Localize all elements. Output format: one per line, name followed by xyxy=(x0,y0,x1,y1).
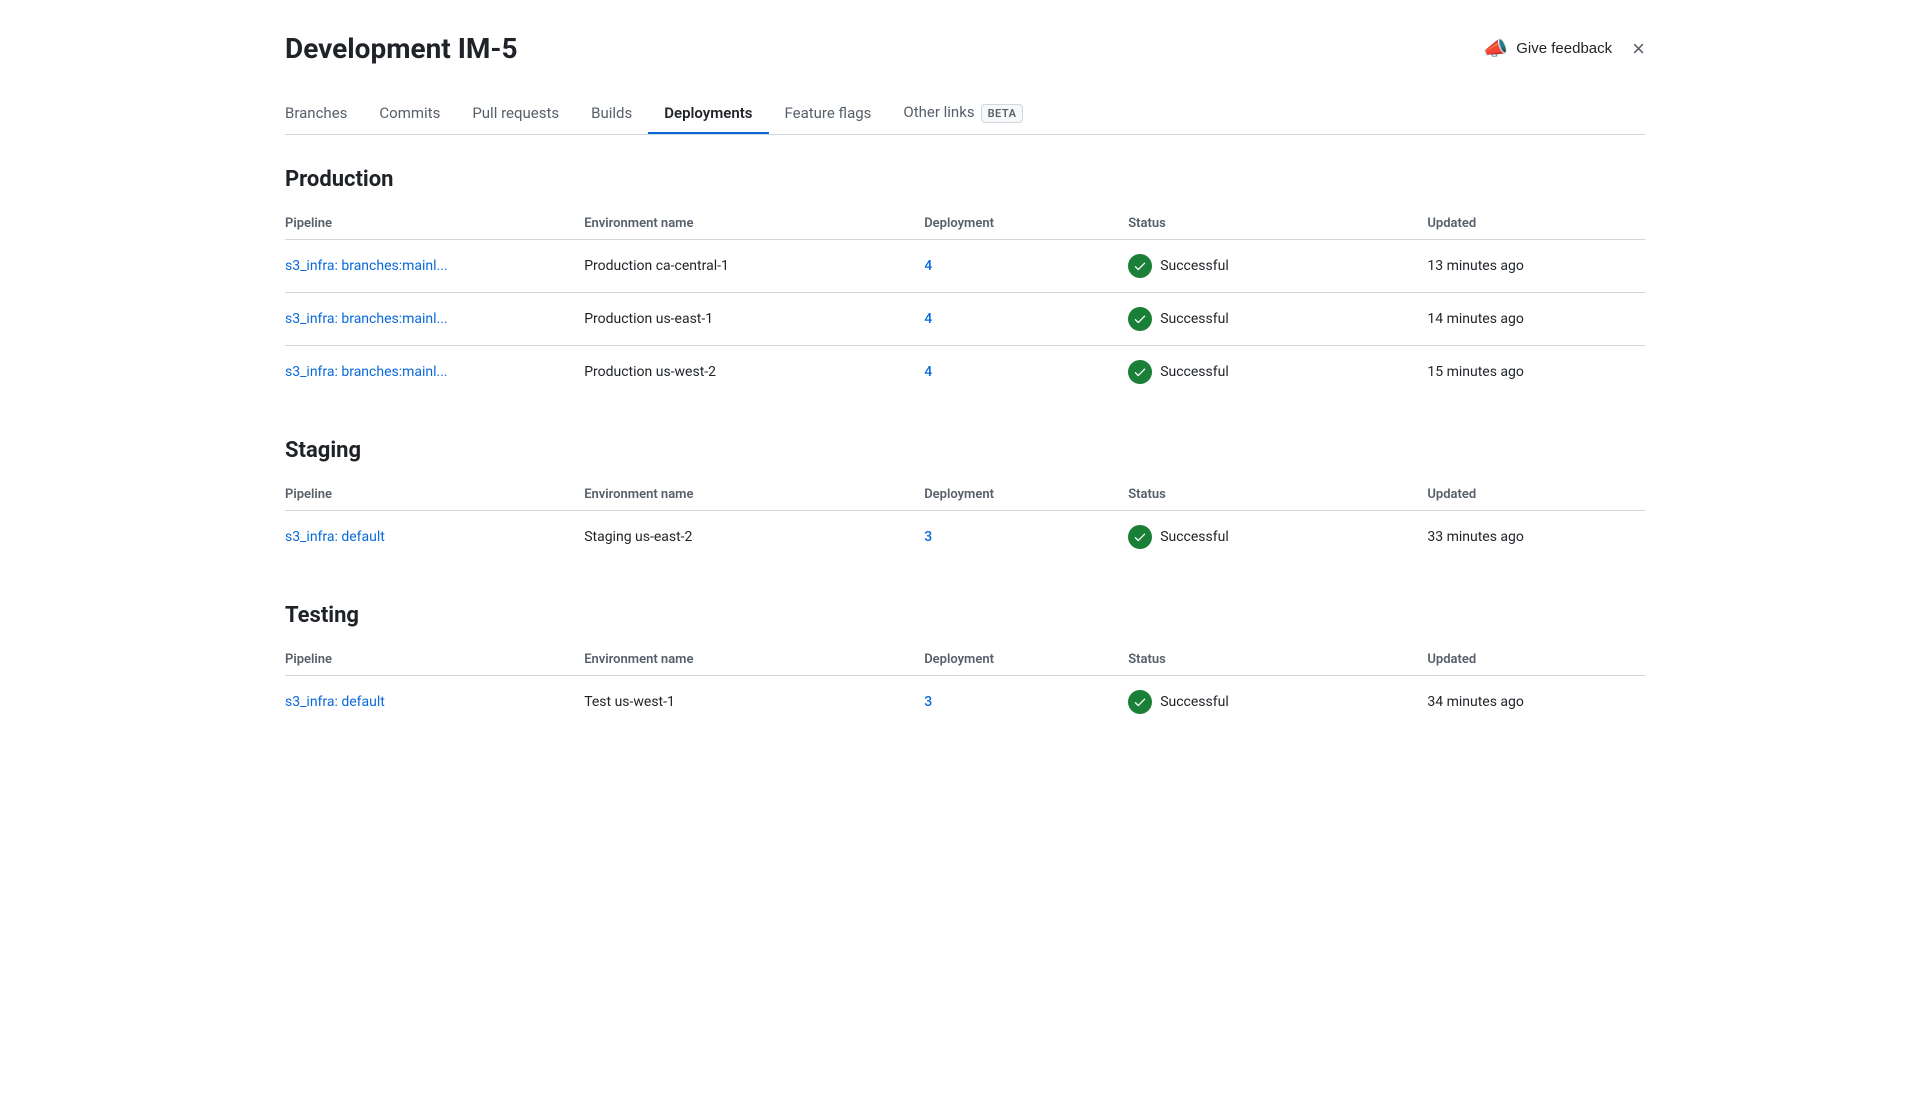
beta-badge: BETA xyxy=(981,104,1024,123)
tab-other-links[interactable]: Other links BETA xyxy=(887,93,1039,135)
pipeline-link[interactable]: s3_infra: branches:mainl... xyxy=(285,364,448,380)
tab-deployments[interactable]: Deployments xyxy=(648,94,768,134)
production-col-status: Status xyxy=(1128,208,1427,240)
tab-other-links-label: Other links xyxy=(903,103,974,121)
checkmark-icon xyxy=(1133,312,1147,326)
page-title: Development IM-5 xyxy=(285,32,518,65)
updated-time: 14 minutes ago xyxy=(1427,292,1645,345)
status-cell: Successful xyxy=(1128,690,1415,714)
status-cell: Successful xyxy=(1128,307,1415,331)
production-col-deployment: Deployment xyxy=(924,208,1128,240)
success-icon xyxy=(1128,254,1152,278)
staging-section-title: Staging xyxy=(285,438,1645,463)
testing-table-header-row: Pipeline Environment name Deployment Sta… xyxy=(285,644,1645,676)
deployment-link[interactable]: 3 xyxy=(924,529,932,545)
production-col-environment: Environment name xyxy=(584,208,924,240)
tab-feature-flags[interactable]: Feature flags xyxy=(769,94,888,134)
production-section: Production Pipeline Environment name Dep… xyxy=(285,167,1645,398)
success-icon xyxy=(1128,307,1152,331)
production-col-updated: Updated xyxy=(1427,208,1645,240)
page-header: Development IM-5 📣 Give feedback × xyxy=(285,32,1645,65)
testing-col-environment: Environment name xyxy=(584,644,924,676)
status-label: Successful xyxy=(1160,694,1229,710)
status-cell: Successful xyxy=(1128,525,1415,549)
staging-table: Pipeline Environment name Deployment Sta… xyxy=(285,479,1645,563)
nav-tabs: Branches Commits Pull requests Builds De… xyxy=(285,93,1645,135)
table-row: s3_infra: branches:mainl... Production c… xyxy=(285,239,1645,292)
success-icon xyxy=(1128,525,1152,549)
pipeline-link[interactable]: s3_infra: branches:mainl... xyxy=(285,311,448,327)
table-row: s3_infra: default Staging us-east-2 3 Su… xyxy=(285,510,1645,563)
pipeline-link[interactable]: s3_infra: default xyxy=(285,694,385,710)
success-icon xyxy=(1128,690,1152,714)
updated-time: 33 minutes ago xyxy=(1427,510,1645,563)
status-label: Successful xyxy=(1160,258,1229,274)
updated-time: 15 minutes ago xyxy=(1427,345,1645,398)
pipeline-link[interactable]: s3_infra: branches:mainl... xyxy=(285,258,448,274)
staging-table-header-row: Pipeline Environment name Deployment Sta… xyxy=(285,479,1645,511)
staging-col-status: Status xyxy=(1128,479,1427,511)
updated-time: 34 minutes ago xyxy=(1427,675,1645,728)
environment-name: Production us-east-1 xyxy=(584,292,924,345)
success-icon xyxy=(1128,360,1152,384)
checkmark-icon xyxy=(1133,259,1147,273)
megaphone-icon: 📣 xyxy=(1483,36,1508,61)
close-icon: × xyxy=(1632,36,1645,61)
testing-col-deployment: Deployment xyxy=(924,644,1128,676)
testing-col-status: Status xyxy=(1128,644,1427,676)
status-label: Successful xyxy=(1160,364,1229,380)
updated-time: 13 minutes ago xyxy=(1427,239,1645,292)
tab-pull-requests[interactable]: Pull requests xyxy=(456,94,575,134)
deployment-link[interactable]: 3 xyxy=(924,694,932,710)
status-label: Successful xyxy=(1160,311,1229,327)
staging-col-deployment: Deployment xyxy=(924,479,1128,511)
deployment-link[interactable]: 4 xyxy=(924,311,932,327)
tab-branches[interactable]: Branches xyxy=(285,94,363,134)
staging-section: Staging Pipeline Environment name Deploy… xyxy=(285,438,1645,563)
status-label: Successful xyxy=(1160,529,1229,545)
staging-col-environment: Environment name xyxy=(584,479,924,511)
tab-builds[interactable]: Builds xyxy=(575,94,648,134)
give-feedback-button[interactable]: 📣 Give feedback xyxy=(1483,36,1612,61)
environment-name: Test us-west-1 xyxy=(584,675,924,728)
tab-commits[interactable]: Commits xyxy=(363,94,456,134)
page-container: Development IM-5 📣 Give feedback × Branc… xyxy=(245,0,1685,800)
close-button[interactable]: × xyxy=(1632,38,1645,60)
status-cell: Successful xyxy=(1128,360,1415,384)
production-table-header-row: Pipeline Environment name Deployment Sta… xyxy=(285,208,1645,240)
staging-col-updated: Updated xyxy=(1427,479,1645,511)
production-table: Pipeline Environment name Deployment Sta… xyxy=(285,208,1645,398)
pipeline-link[interactable]: s3_infra: default xyxy=(285,529,385,545)
deployment-link[interactable]: 4 xyxy=(924,258,932,274)
environment-name: Staging us-east-2 xyxy=(584,510,924,563)
staging-col-pipeline: Pipeline xyxy=(285,479,584,511)
status-cell: Successful xyxy=(1128,254,1415,278)
production-section-title: Production xyxy=(285,167,1645,192)
environment-name: Production us-west-2 xyxy=(584,345,924,398)
table-row: s3_infra: branches:mainl... Production u… xyxy=(285,292,1645,345)
header-actions: 📣 Give feedback × xyxy=(1483,36,1645,61)
table-row: s3_infra: default Test us-west-1 3 Succe… xyxy=(285,675,1645,728)
deployment-link[interactable]: 4 xyxy=(924,364,932,380)
testing-section: Testing Pipeline Environment name Deploy… xyxy=(285,603,1645,728)
testing-col-updated: Updated xyxy=(1427,644,1645,676)
checkmark-icon xyxy=(1133,695,1147,709)
testing-table: Pipeline Environment name Deployment Sta… xyxy=(285,644,1645,728)
feedback-label: Give feedback xyxy=(1516,40,1612,57)
production-col-pipeline: Pipeline xyxy=(285,208,584,240)
checkmark-icon xyxy=(1133,530,1147,544)
environment-name: Production ca-central-1 xyxy=(584,239,924,292)
table-row: s3_infra: branches:mainl... Production u… xyxy=(285,345,1645,398)
checkmark-icon xyxy=(1133,365,1147,379)
testing-section-title: Testing xyxy=(285,603,1645,628)
testing-col-pipeline: Pipeline xyxy=(285,644,584,676)
